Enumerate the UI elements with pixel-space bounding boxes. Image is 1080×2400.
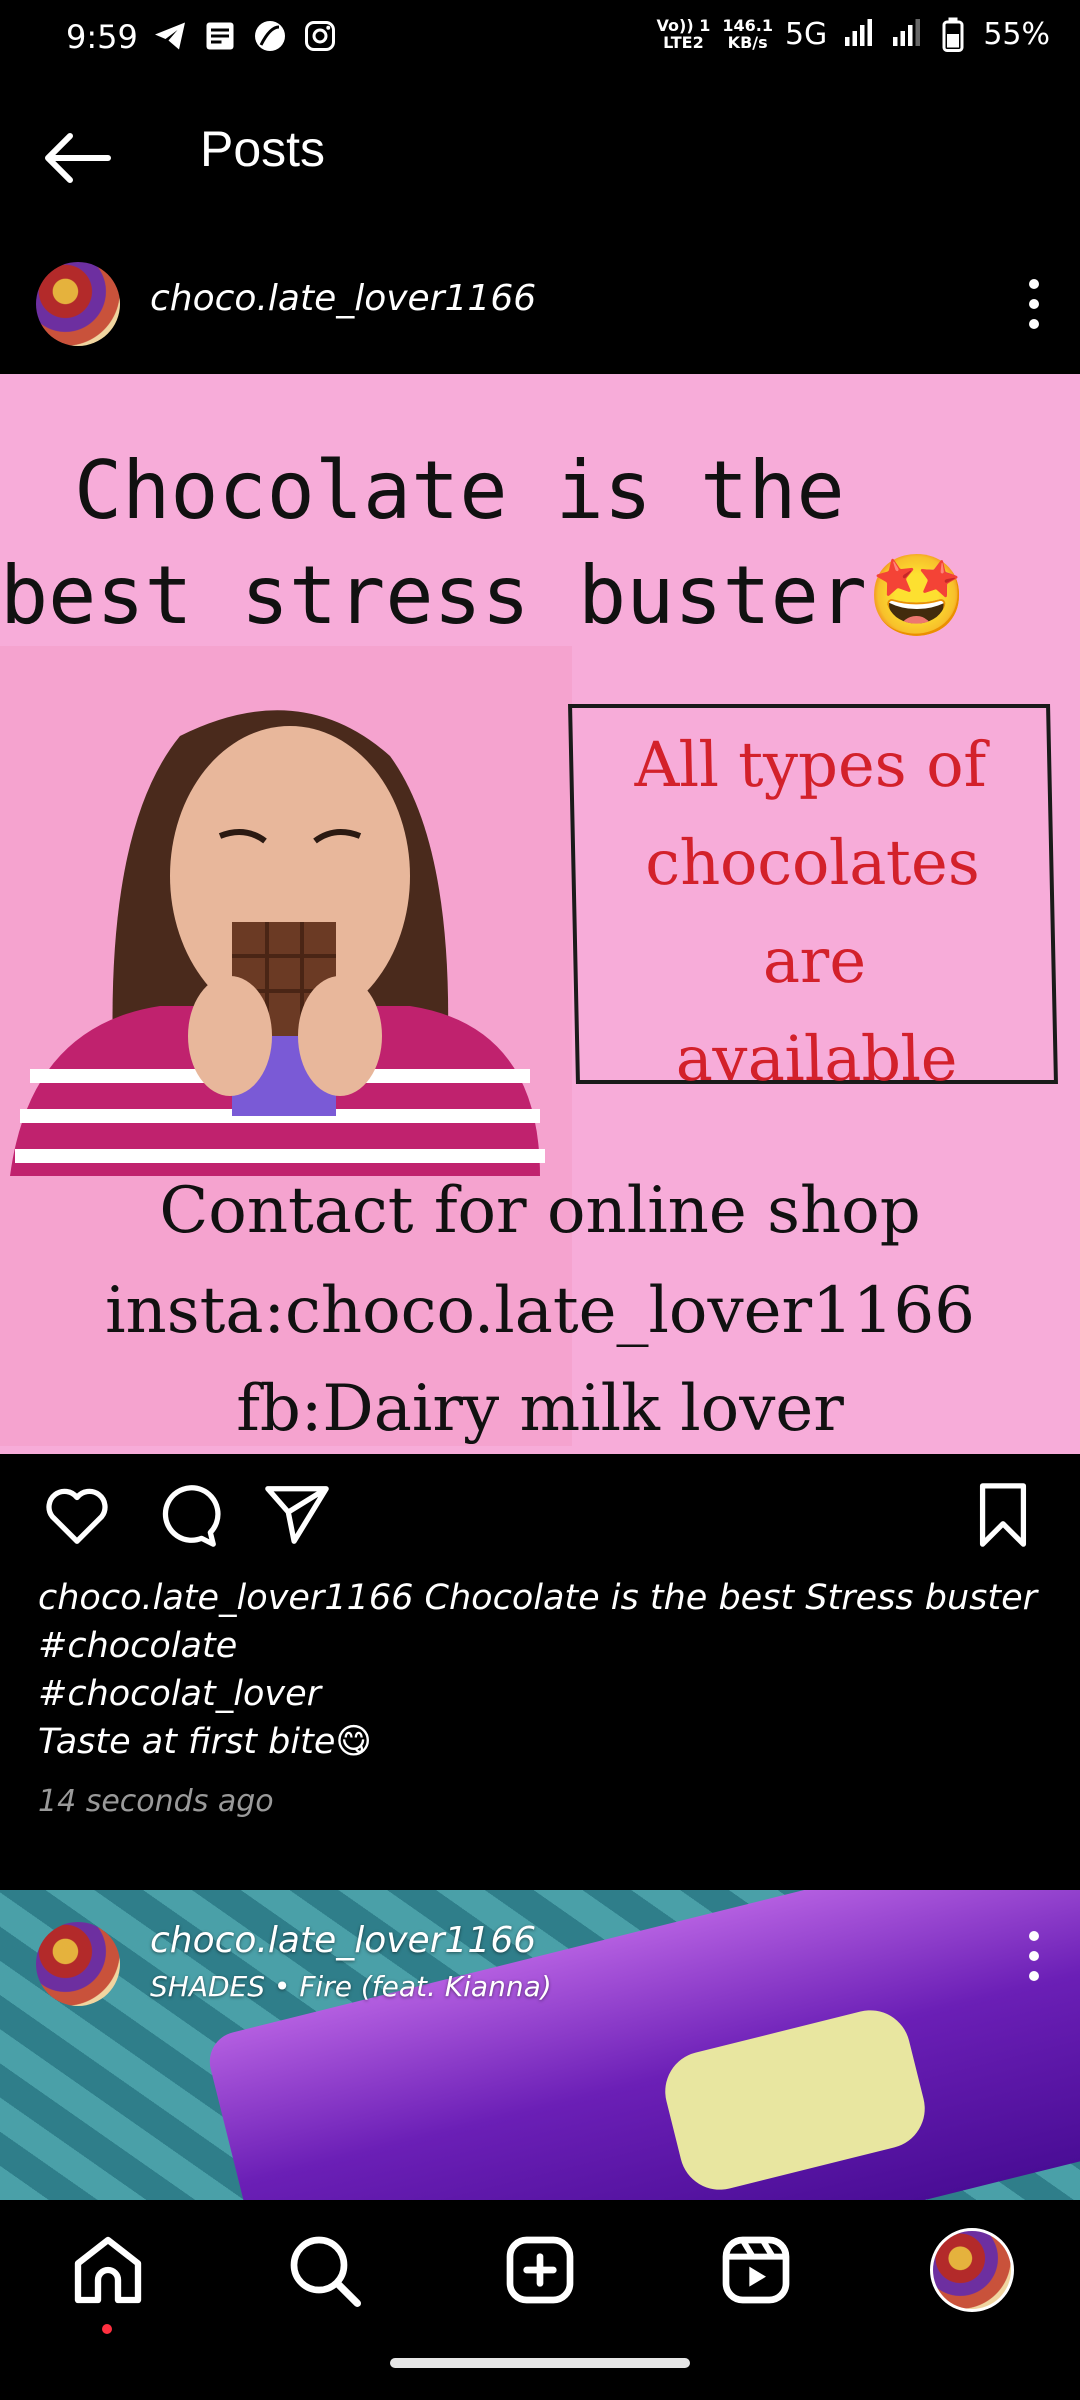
next-post-music[interactable]: SHADES • Fire (feat. Kianna) (150, 1970, 552, 2003)
home-notification-dot (102, 2324, 112, 2334)
signal-icon (845, 19, 873, 46)
post-actions (0, 1480, 1080, 1560)
nav-profile-avatar[interactable] (930, 2228, 1014, 2312)
save-button[interactable] (968, 1480, 1038, 1550)
nav-home[interactable] (68, 2230, 148, 2310)
post-timestamp: 14 seconds ago (38, 1784, 274, 1819)
network-speed: 146.1 KB/s (722, 17, 773, 51)
signal-icon-2 (893, 19, 921, 46)
search-icon (290, 2236, 362, 2307)
create-icon (506, 2236, 574, 2304)
top-app-bar: Posts (0, 100, 1080, 210)
comment-button[interactable] (152, 1480, 222, 1550)
caption-hashtag-2[interactable]: #chocolat_lover (38, 1670, 1048, 1718)
gesture-home-indicator[interactable] (390, 2358, 690, 2368)
status-time: 9:59 (66, 18, 138, 56)
battery-icon (942, 17, 964, 52)
next-post-avatar[interactable] (36, 1922, 120, 2006)
docs-icon (206, 22, 234, 50)
like-button[interactable] (42, 1480, 112, 1550)
volte-line1: Vo)) 1 (656, 16, 711, 35)
availability-line2: chocolates (644, 826, 981, 899)
caption-hashtag-1[interactable]: #chocolate (38, 1622, 1048, 1670)
caption-text: Chocolate is the best Stress buster (424, 1578, 1038, 1618)
network-type: 5G (784, 16, 828, 52)
send-icon (265, 1486, 329, 1544)
status-notification-icons (152, 18, 338, 54)
battery-level: 55% (983, 16, 1050, 52)
home-icon (74, 2236, 142, 2304)
post-username[interactable]: choco.late_lover1166 (150, 278, 536, 319)
instagram-icon (305, 21, 335, 51)
telegram-icon (155, 22, 185, 50)
post-header: choco.late_lover1166 (0, 248, 1080, 358)
photo-illustration (10, 710, 545, 1176)
comment-icon (162, 1485, 221, 1547)
nav-create[interactable] (500, 2230, 580, 2310)
status-bar: 9:59 Vo)) 1 LTE2 146.1 KB/s 5G 55% (0, 0, 1080, 78)
heart-icon (46, 1488, 108, 1544)
back-button[interactable] (40, 128, 116, 188)
speed-unit: KB/s (727, 33, 768, 52)
contact-line3: fb:Dairy milk lover (236, 1372, 844, 1446)
post-image[interactable]: Chocolate is the best stress buster🤩 All… (0, 374, 1080, 1454)
share-button[interactable] (262, 1480, 332, 1550)
volte-indicator: Vo)) 1 LTE2 (657, 17, 711, 51)
availability-box: All types of chocolates are available (568, 704, 1058, 1095)
bottom-navigation (0, 2200, 1080, 2400)
contact-line2: insta:choco.late_lover1166 (105, 1274, 975, 1348)
speed-value: 146.1 (722, 16, 773, 35)
volte-line2: LTE2 (663, 33, 704, 52)
next-post-more-button[interactable] (1024, 1930, 1044, 1982)
back-arrow-icon (45, 133, 111, 183)
more-options-button[interactable] (1024, 278, 1044, 330)
next-post-username[interactable]: choco.late_lover1166 (150, 1920, 536, 1961)
more-vertical-icon (1029, 279, 1039, 329)
leaf-app-icon (255, 21, 285, 51)
image-title-line1: Chocolate is the (74, 444, 845, 537)
image-title-line2: best stress buster🤩 (0, 549, 967, 642)
nav-reels[interactable] (716, 2230, 796, 2310)
status-system-icons: Vo)) 1 LTE2 146.1 KB/s 5G 55% (657, 16, 1050, 52)
next-post-preview[interactable]: choco.late_lover1166 SHADES • Fire (feat… (0, 1890, 1080, 2200)
page-title: Posts (200, 121, 326, 177)
availability-text: All types of chocolates are available (572, 716, 1054, 1108)
availability-line3: are (761, 924, 867, 997)
reels-icon (722, 2236, 790, 2304)
availability-line1: All types of (633, 728, 988, 801)
nav-search[interactable] (284, 2230, 364, 2310)
caption-first-line: choco.late_lover1166 Chocolate is the be… (38, 1574, 1048, 1622)
caption-tagline: Taste at first bite😋 (38, 1722, 372, 1762)
availability-line4: available (674, 1022, 959, 1095)
avatar[interactable] (36, 262, 120, 346)
caption-username[interactable]: choco.late_lover1166 (38, 1578, 413, 1618)
post-caption: choco.late_lover1166 Chocolate is the be… (38, 1574, 1048, 1766)
contact-line1: Contact for online shop (159, 1174, 921, 1248)
bookmark-icon (979, 1483, 1027, 1547)
more-vertical-icon (1029, 1931, 1039, 1981)
